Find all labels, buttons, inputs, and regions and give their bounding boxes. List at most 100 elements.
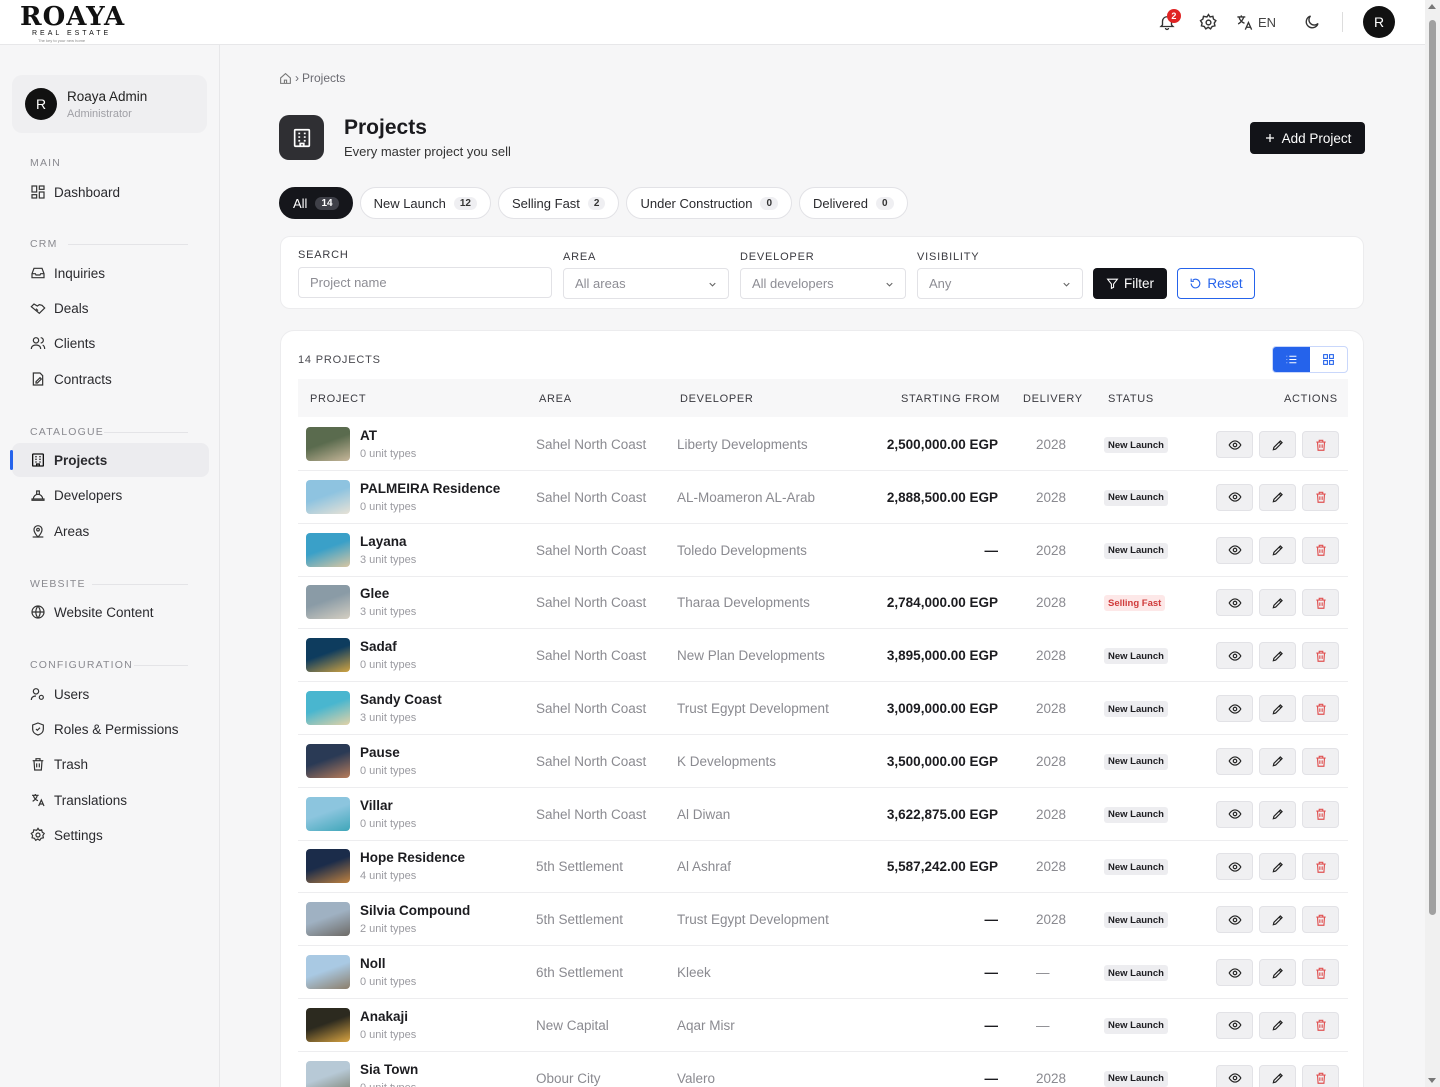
delete-button[interactable]	[1302, 747, 1339, 775]
edit-button[interactable]	[1259, 431, 1296, 458]
sidebar-item-areas[interactable]: Areas	[12, 514, 209, 548]
delete-button[interactable]	[1302, 483, 1339, 511]
project-name[interactable]: Sandy Coast	[360, 692, 442, 707]
edit-button[interactable]	[1259, 1064, 1296, 1087]
view-button[interactable]	[1216, 483, 1253, 511]
sidebar-item-inquiries[interactable]: Inquiries	[12, 256, 209, 290]
logo[interactable]: ROAYA REAL ESTATE The key to your new ho…	[20, 4, 125, 43]
settings-button[interactable]	[1193, 6, 1225, 38]
sidebar-item-roles[interactable]: Roles & Permissions	[12, 712, 209, 746]
visibility-select[interactable]: Any	[917, 268, 1083, 299]
edit-button[interactable]	[1259, 536, 1296, 564]
project-thumbnail[interactable]	[306, 691, 350, 725]
user-avatar[interactable]: R	[1363, 6, 1395, 38]
edit-button[interactable]	[1259, 695, 1296, 722]
notifications-button[interactable]: 2	[1151, 6, 1183, 38]
search-input[interactable]: Project name	[298, 267, 552, 298]
project-name[interactable]: Silvia Compound	[360, 903, 470, 918]
table-row[interactable]: Noll 0 unit types 6th Settlement Kleek — — New…	[298, 946, 1348, 999]
table-row[interactable]: AT 0 unit types Sahel North Coast Liberty D…	[298, 418, 1348, 471]
project-name[interactable]: AT	[360, 428, 377, 443]
column-header-project[interactable]: PROJECT	[310, 393, 366, 405]
edit-button[interactable]	[1259, 853, 1296, 881]
table-row[interactable]: Layana 3 unit types Sahel North Coast Toled…	[298, 524, 1348, 577]
sidebar-item-developers[interactable]: Developers	[12, 478, 209, 512]
delete-button[interactable]	[1302, 642, 1339, 670]
table-row[interactable]: Glee 3 unit types Sahel North Coast Tharaa …	[298, 576, 1348, 630]
edit-button[interactable]	[1259, 1011, 1296, 1039]
scroll-down-arrow[interactable]	[1428, 1078, 1436, 1083]
scroll-up-arrow[interactable]	[1428, 4, 1436, 9]
project-name[interactable]: Villar	[360, 798, 393, 813]
tab-new-launch[interactable]: New Launch 12	[359, 187, 491, 219]
project-thumbnail[interactable]	[306, 479, 350, 514]
sidebar-item-settings[interactable]: Settings	[12, 818, 209, 852]
delete-button[interactable]	[1302, 800, 1339, 828]
view-button[interactable]	[1216, 589, 1253, 617]
delete-button[interactable]	[1302, 1064, 1339, 1087]
edit-button[interactable]	[1259, 483, 1296, 511]
edit-button[interactable]	[1259, 642, 1296, 670]
tab-delivered[interactable]: Delivered 0	[799, 187, 908, 219]
tab-all[interactable]: All 14	[279, 187, 353, 219]
edit-button[interactable]	[1259, 906, 1296, 934]
view-button[interactable]	[1216, 959, 1253, 986]
user-card[interactable]: R Roaya Admin Administrator	[12, 75, 207, 133]
table-row[interactable]: Pause 0 unit types Sahel North Coast K Deve…	[298, 735, 1348, 788]
add-project-button[interactable]: Add Project	[1250, 122, 1365, 154]
sidebar-item-users[interactable]: Users	[12, 677, 209, 711]
project-name[interactable]: Sadaf	[360, 639, 397, 654]
column-header-status[interactable]: STATUS	[1108, 393, 1154, 405]
table-row[interactable]: Hope Residence 4 unit types 5th Settlement…	[298, 840, 1348, 894]
view-button[interactable]	[1216, 642, 1253, 670]
project-name[interactable]: Glee	[360, 586, 389, 601]
delete-button[interactable]	[1302, 536, 1339, 564]
list-view-button[interactable]	[1273, 347, 1310, 372]
view-button[interactable]	[1216, 431, 1253, 458]
edit-button[interactable]	[1259, 959, 1296, 986]
column-header-area[interactable]: AREA	[539, 393, 572, 405]
project-thumbnail[interactable]	[306, 796, 350, 831]
project-thumbnail[interactable]	[306, 1060, 350, 1087]
scrollbar-thumb[interactable]	[1429, 20, 1436, 915]
project-thumbnail[interactable]	[306, 427, 350, 461]
sidebar-item-clients[interactable]: Clients	[12, 326, 209, 360]
delete-button[interactable]	[1302, 431, 1339, 458]
project-name[interactable]: Noll	[360, 956, 386, 971]
table-row[interactable]: Sandy Coast 3 unit types Sahel North Coast…	[298, 682, 1348, 735]
project-name[interactable]: Hope Residence	[360, 850, 465, 865]
project-thumbnail[interactable]	[306, 955, 350, 989]
column-header-delivery[interactable]: DELIVERY	[1023, 393, 1083, 405]
project-thumbnail[interactable]	[306, 1007, 350, 1042]
column-header-starting-from[interactable]: STARTING FROM	[901, 393, 1000, 405]
table-row[interactable]: PALMEIRA Residence 0 unit types Sahel Nort…	[298, 471, 1348, 524]
filter-button[interactable]: Filter	[1093, 268, 1167, 299]
project-thumbnail[interactable]	[306, 849, 350, 884]
view-button[interactable]	[1216, 906, 1253, 934]
theme-toggle[interactable]	[1296, 6, 1328, 38]
view-button[interactable]	[1216, 695, 1253, 722]
edit-button[interactable]	[1259, 800, 1296, 828]
project-thumbnail[interactable]	[306, 532, 350, 567]
sidebar-item-translations[interactable]: Translations	[12, 783, 209, 817]
table-row[interactable]: Villar 0 unit types Sahel North Coast Al Di…	[298, 788, 1348, 841]
delete-button[interactable]	[1302, 589, 1339, 617]
view-button[interactable]	[1216, 800, 1253, 828]
sidebar-item-projects[interactable]: Projects	[10, 443, 209, 477]
view-button[interactable]	[1216, 1011, 1253, 1039]
sidebar-item-contracts[interactable]: Contracts	[12, 362, 209, 396]
home-icon[interactable]	[279, 72, 292, 85]
table-row[interactable]: Anakaji 0 unit types New Capital Aqar Misr —…	[298, 999, 1348, 1052]
table-row[interactable]: Sadaf 0 unit types Sahel North Coast New Pl…	[298, 629, 1348, 683]
delete-button[interactable]	[1302, 1011, 1339, 1039]
view-button[interactable]	[1216, 853, 1253, 881]
project-name[interactable]: Layana	[360, 534, 407, 549]
sidebar-item-deals[interactable]: Deals	[12, 291, 209, 325]
grid-view-button[interactable]	[1310, 347, 1347, 372]
scrollbar[interactable]	[1425, 0, 1440, 1087]
edit-button[interactable]	[1259, 747, 1296, 775]
language-switcher[interactable]: EN	[1235, 13, 1276, 32]
edit-button[interactable]	[1259, 589, 1296, 617]
project-name[interactable]: PALMEIRA Residence	[360, 481, 500, 496]
delete-button[interactable]	[1302, 853, 1339, 881]
